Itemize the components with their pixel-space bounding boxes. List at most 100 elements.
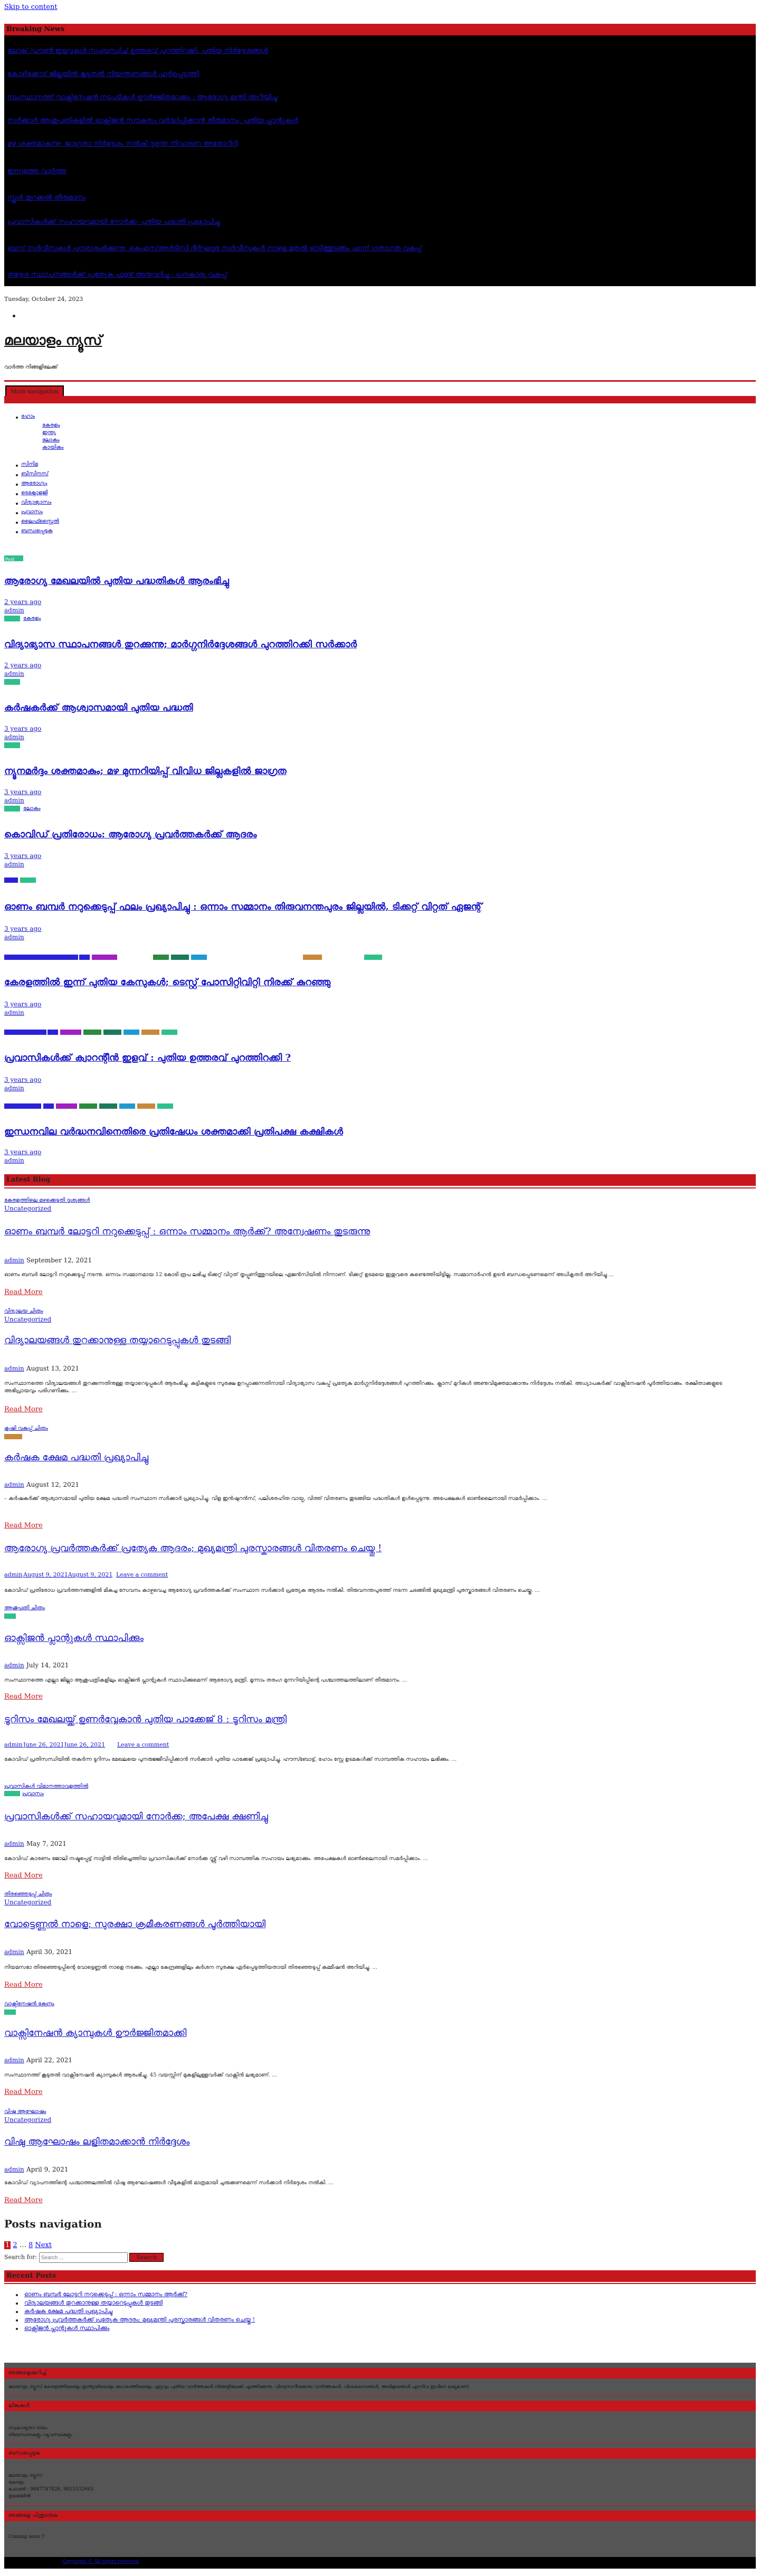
blog-post-title[interactable]: ഓണം ബമ്പർ ലോട്ടറി നറുക്കെടുപ്പ് : ഒന്നാം… (4, 1226, 370, 1237)
category-tag[interactable] (4, 1103, 41, 1109)
category-tag[interactable] (4, 2009, 16, 2015)
post-author[interactable]: admin (4, 1840, 24, 1847)
featured-post-title[interactable]: കൊവിഡ് പ്രതിരോധം: ആരോഗ്യ പ്രവർത്തകർക്ക് … (4, 829, 257, 840)
post-time[interactable]: 3 years ago (4, 925, 41, 932)
read-more-link[interactable]: Read More (4, 1522, 43, 1530)
recent-post-link[interactable]: വിദ്യാലയങ്ങൾ തുറക്കാനുള്ള തയ്യാറെടുപ്പുക… (24, 2299, 163, 2307)
blog-post-title[interactable]: ആരോഗ്യ പ്രവർത്തകർക്ക് പ്രത്യേക ആദരം; മുഖ… (4, 1543, 382, 1554)
post-author[interactable]: admin (4, 607, 24, 614)
category-tag[interactable] (171, 955, 189, 960)
post-thumbnail[interactable]: വിഷു ആഘോഷം (4, 2109, 46, 2115)
read-more-link[interactable]: Read More (4, 1981, 43, 1989)
post-author[interactable]: admin (4, 1741, 23, 1748)
post-thumbnail[interactable]: തിരഞ്ഞെടുപ്പ് ചിത്രം (4, 1891, 52, 1897)
post-author[interactable]: admin (4, 733, 24, 741)
breaking-news-item[interactable]: ലോക് ഡൗൺ ഇളവുകൾ സംബന്ധിച്ച് ഉത്തരവ് പുറത… (7, 47, 268, 55)
category-tag[interactable] (157, 1103, 173, 1109)
category-tag[interactable] (141, 1030, 159, 1035)
post-date[interactable]: August 9, 2021August 9, 2021 (23, 1571, 112, 1578)
menu-item[interactable]: ലൈഫ്സ്റ്റൈൽ (21, 518, 59, 524)
read-more-link[interactable]: Read More (4, 2088, 43, 2096)
featured-post-title[interactable]: കർഷകർക്ക് ആശ്വാസമായി പുതിയ പദ്ധതി (4, 702, 193, 713)
page-link[interactable]: 2 (13, 2241, 17, 2249)
breaking-news-item[interactable]: മഴ ശക്തമാകുന്നു; ജാഗ്രതാ നിർദ്ദേശം നൽകി … (7, 140, 238, 148)
category-tag[interactable] (20, 877, 36, 883)
post-author[interactable]: admin (4, 2056, 24, 2064)
category-tag[interactable] (191, 955, 207, 960)
featured-post-title[interactable]: ഓണം ബമ്പർ നറുക്കെടുപ്പ് ഫലം പ്രഖ്യാപിച്ച… (4, 901, 482, 912)
post-author[interactable]: admin (4, 1084, 24, 1092)
blog-post-title[interactable]: ഓക്സിജൻ പ്ലാന്റുകൾ സ്ഥാപിക്കും (4, 1633, 144, 1644)
footer-link[interactable]: നിബന്ധനകളും വ്യവസ്ഥകളും (8, 2432, 72, 2439)
search-button[interactable]: Search (129, 2252, 164, 2262)
post-time[interactable]: 3 years ago (4, 1001, 41, 1008)
category-tag[interactable] (99, 1103, 117, 1109)
site-title[interactable]: മലയാളം ന്യൂസ് (4, 333, 102, 349)
category-tag[interactable] (79, 955, 90, 960)
post-time[interactable]: 3 years ago (4, 1148, 41, 1156)
category-link[interactable]: ലോകം (23, 806, 41, 812)
read-more-link[interactable]: Read More (4, 2196, 43, 2204)
category-tag[interactable] (43, 1103, 54, 1109)
category-tag[interactable] (83, 1030, 101, 1035)
skip-to-content-link[interactable]: Skip to content (4, 3, 58, 11)
read-more-link[interactable]: Read More (4, 1405, 43, 1413)
menu-item[interactable]: ടെക്നോളജി (21, 490, 48, 496)
read-more-link[interactable]: Read More (4, 1693, 43, 1701)
featured-post-title[interactable]: പ്രവാസികൾക്ക് ക്വാറന്റീൻ ഇളവ് : പുതിയ ഉത… (4, 1052, 291, 1063)
category-tag[interactable] (4, 616, 20, 621)
post-author[interactable]: admin (4, 1257, 24, 1264)
post-thumbnail[interactable]: വാക്സിനേഷൻ കേന്ദ്രം (4, 2001, 54, 2007)
search-input[interactable] (39, 2252, 128, 2263)
post-thumbnail[interactable]: കേരളത്തിലെ മഴക്കെടുതി ദൃശ്യങ്ങൾ (4, 1197, 90, 1203)
post-author[interactable]: admin (4, 797, 24, 804)
category-tag[interactable] (124, 1030, 139, 1035)
post-time[interactable]: 2 years ago (4, 598, 41, 606)
category-tag[interactable] (4, 679, 20, 685)
footer-link[interactable]: സ്വകാര്യതാ നയം (8, 2425, 48, 2432)
recent-post-link[interactable]: കർഷക ക്ഷേമ പദ്ധതി പ്രഖ്യാപിച്ചു (24, 2308, 112, 2315)
post-category[interactable]: Uncategorized (4, 1205, 51, 1212)
leave-comment-link[interactable]: Leave a comment (117, 1741, 169, 1748)
post-category[interactable]: Uncategorized (4, 1899, 51, 1906)
category-tag[interactable] (4, 1613, 16, 1619)
post-time[interactable]: 3 years ago (4, 788, 41, 796)
breaking-news-item[interactable]: കോഴിക്കോട് ജില്ലയിൽ കൂടുതൽ നിയന്ത്രണങ്ങൾ… (7, 70, 199, 78)
blog-post-title[interactable]: പ്രവാസികൾക്ക് സഹായവുമായി നോർക്ക; അപേക്ഷ … (4, 1811, 268, 1822)
category-tag[interactable] (92, 955, 117, 960)
category-link[interactable]: കേരളം (23, 616, 41, 621)
menu-item[interactable]: വിദ്യാഭ്യാസം (21, 499, 51, 505)
breaking-news-item[interactable]: സംസ്ഥാനത്ത് വാക്സിനേഷൻ നടപടികൾ ഊർജ്ജിതമാ… (7, 93, 277, 101)
blog-post-title[interactable]: വിദ്യാലയങ്ങൾ തുറക്കാനുള്ള തയ്യാറെടുപ്പുക… (4, 1335, 231, 1346)
blog-post-title[interactable]: ടൂറിസം മേഖലയ്ക്ക് ഉണർവ്വേകാൻ പുതിയ പാക്ക… (4, 1714, 287, 1725)
featured-post-title[interactable]: ഇന്ധനവില വർദ്ധനവിനെതിരെ പ്രതിഷേധം ശക്തമാ… (4, 1126, 343, 1137)
post-time[interactable]: 3 years ago (4, 725, 41, 732)
breaking-news-item[interactable]: തദ്ദേശ സ്ഥാപനങ്ങൾക്ക് പ്രത്യേക ഫണ്ട് അനു… (7, 271, 227, 279)
post-author[interactable]: admin (4, 1365, 24, 1372)
category-tag[interactable] (364, 955, 382, 960)
post-category[interactable]: Uncategorized (4, 1316, 51, 1323)
featured-post-title[interactable]: കേരളത്തിൽ ഇന്ന് പുതിയ കേസുകൾ; ടെസ്റ്റ് പ… (4, 977, 330, 988)
featured-post-title[interactable]: ആരോഗ്യ മേഖലയിൽ പുതിയ പദ്ധതികൾ ആരംഭിച്ചു (4, 575, 229, 587)
blog-post-title[interactable]: വോട്ടെണ്ണൽ നാളെ; സുരക്ഷാ ക്രമീകരണങ്ങൾ പൂ… (4, 1919, 265, 1930)
category-tag[interactable] (4, 877, 18, 883)
recent-post-link[interactable]: ഓണം ബമ്പർ ലോട്ടറി നറുക്കെടുപ്പ് : ഒന്നാം… (24, 2291, 187, 2298)
menu-item[interactable]: ഹോം (21, 413, 35, 419)
post-thumbnail[interactable]: വിദ്യാലയ ചിത്രം (4, 1308, 43, 1314)
post-author[interactable]: admin (4, 2166, 24, 2173)
page-link[interactable]: 8 (28, 2241, 33, 2249)
menu-item[interactable]: ആരോഗ്യം (21, 480, 47, 486)
submenu-item[interactable]: ലോകം (42, 437, 60, 443)
submenu-item[interactable]: ഇന്ത്യ (42, 430, 56, 436)
category-tag[interactable] (162, 1030, 177, 1035)
blog-post-title[interactable]: കർഷക ക്ഷേമ പദ്ധതി പ്രഖ്യാപിച്ചു (4, 1452, 148, 1463)
post-author[interactable]: admin (4, 670, 24, 677)
category-link[interactable]: പ്രവാസം (22, 1791, 44, 1797)
breaking-news-item[interactable]: സ്കൂൾ തുറക്കൽ തീരുമാനം (7, 194, 86, 202)
breaking-news-item[interactable]: സർക്കാർ ആശുപത്രികളിൽ ഓക്സിജൻ സൗകര്യം വർദ… (7, 117, 298, 125)
featured-post-title[interactable]: വിദ്യാഭ്യാസ സ്ഥാപനങ്ങൾ തുറക്കുന്നു; മാർഗ… (4, 639, 357, 650)
breaking-news-item[interactable]: പ്രവാസികൾക്ക് സഹായവുമായി നോർക്ക; പുതിയ പ… (7, 218, 220, 226)
category-tag[interactable] (56, 1103, 77, 1109)
post-author[interactable]: admin (4, 1571, 23, 1578)
next-page-link[interactable]: Next (35, 2241, 52, 2249)
